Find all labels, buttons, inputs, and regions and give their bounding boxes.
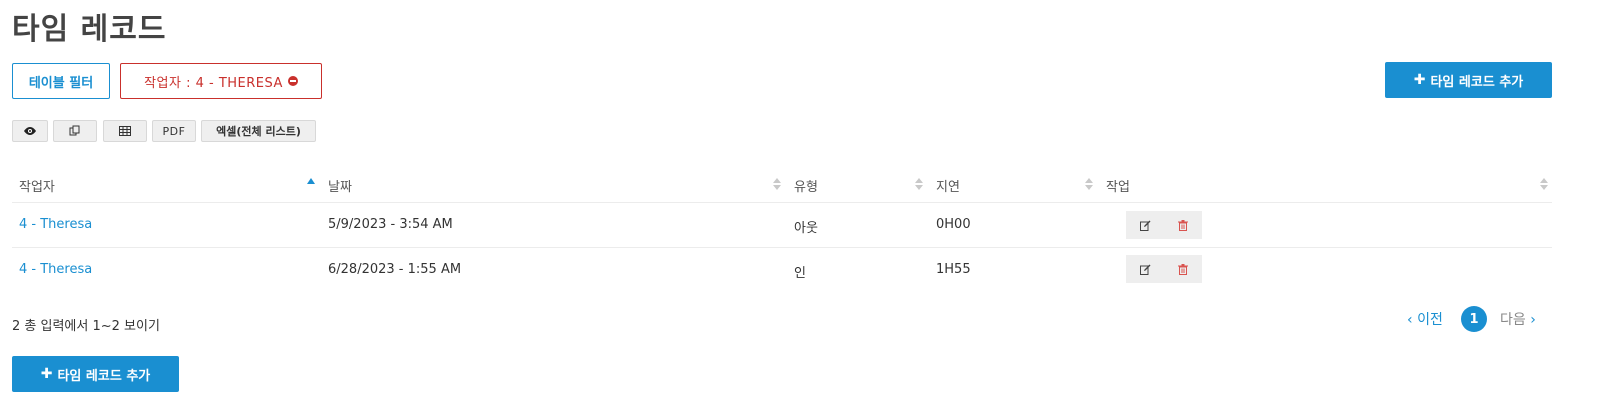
add-time-record-label: 타임 레코드 추가 <box>57 368 151 384</box>
copy-icon <box>69 125 80 136</box>
column-header-type[interactable]: 유형 <box>794 176 818 195</box>
worker-filter-label: 작업자 : 4 - THERESA <box>144 75 283 91</box>
view-columns-button[interactable] <box>12 120 48 142</box>
pdf-label: PDF <box>162 124 186 138</box>
remove-filter-icon[interactable] <box>287 76 298 86</box>
edit-button[interactable] <box>1126 211 1164 239</box>
type-cell: 인 <box>794 266 806 281</box>
delete-button[interactable] <box>1164 255 1202 283</box>
pagination-next[interactable]: 다음 › <box>1500 309 1536 329</box>
edit-button[interactable] <box>1126 255 1164 283</box>
column-header-delay[interactable]: 지연 <box>936 176 960 195</box>
page-title: 타임 레코드 <box>12 12 167 47</box>
worker-filter-chip[interactable]: 작업자 : 4 - THERESA <box>120 63 322 99</box>
table-filter-button[interactable]: 테이블 필터 <box>12 63 110 99</box>
pagination-prev-label: 이전 <box>1417 312 1443 328</box>
plus-icon: ✚ <box>1413 72 1426 88</box>
delay-cell: 0H00 <box>936 217 971 232</box>
delete-button[interactable] <box>1164 211 1202 239</box>
add-time-record-button-bottom[interactable]: ✚ 타임 레코드 추가 <box>12 356 179 392</box>
excel-button[interactable]: 엑셀(전체 리스트) <box>201 120 316 142</box>
date-cell: 6/28/2023 - 1:55 AM <box>328 262 462 277</box>
worker-link[interactable]: 4 - Theresa <box>19 262 92 277</box>
column-header-actions[interactable]: 작업 <box>1106 176 1130 195</box>
excel-label: 엑셀(전체 리스트) <box>216 125 301 138</box>
pagination-prev[interactable]: ‹ 이전 <box>1407 309 1443 329</box>
sort-icon[interactable] <box>915 178 923 192</box>
eye-icon <box>24 127 36 135</box>
type-cell: 아웃 <box>794 221 818 236</box>
chevron-right-icon: › <box>1530 312 1536 328</box>
table-info-text: 2 총 입력에서 1~2 보이기 <box>12 319 160 334</box>
sort-asc-icon[interactable] <box>307 178 315 184</box>
sort-icon[interactable] <box>773 178 781 192</box>
pagination-next-label: 다음 <box>1500 312 1526 328</box>
edit-icon <box>1139 264 1150 275</box>
table-filter-label: 테이블 필터 <box>28 75 94 91</box>
trash-icon <box>1178 219 1188 231</box>
trash-icon <box>1178 263 1188 275</box>
sort-icon[interactable] <box>1540 178 1548 192</box>
table-export-button[interactable] <box>103 120 147 142</box>
chevron-left-icon: ‹ <box>1407 312 1413 328</box>
delay-cell: 1H55 <box>936 262 971 277</box>
row-divider <box>12 247 1552 248</box>
column-header-date[interactable]: 날짜 <box>328 176 352 195</box>
date-cell: 5/9/2023 - 3:54 AM <box>328 217 453 232</box>
sort-icon[interactable] <box>1085 178 1093 192</box>
pdf-button[interactable]: PDF <box>152 120 196 142</box>
column-header-worker[interactable]: 작업자 <box>19 176 55 195</box>
pagination-page[interactable]: 1 <box>1461 306 1487 332</box>
table-icon <box>119 126 131 136</box>
add-time-record-button-top[interactable]: ✚ 타임 레코드 추가 <box>1385 62 1552 98</box>
plus-icon: ✚ <box>40 366 53 382</box>
add-time-record-label: 타임 레코드 추가 <box>1430 74 1524 90</box>
worker-link[interactable]: 4 - Theresa <box>19 217 92 232</box>
edit-icon <box>1139 220 1150 231</box>
header-divider <box>12 202 1552 203</box>
copy-button[interactable] <box>53 120 97 142</box>
